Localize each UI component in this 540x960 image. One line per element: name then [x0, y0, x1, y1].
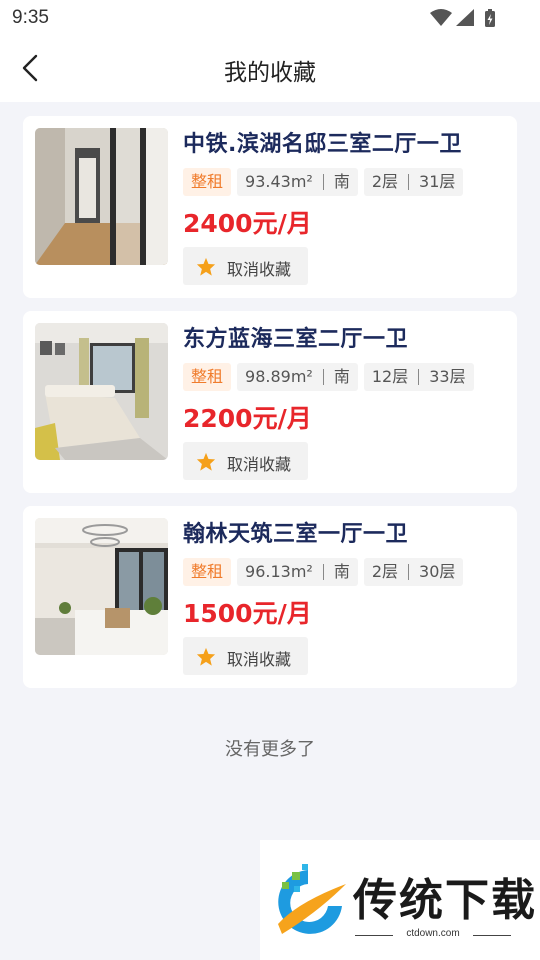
floor-value: 2层 [371, 562, 399, 581]
rent-type-tag: 整租 [183, 558, 232, 586]
listing-price: 2400元/月 [183, 209, 312, 238]
divider [322, 564, 324, 580]
listing-photo [35, 323, 168, 460]
floor-value: 2层 [371, 172, 399, 191]
brand-url: ctdown.com [406, 928, 460, 939]
listing-tags: 整租 93.43m² 南 2层 31层 [183, 168, 464, 196]
area-orientation-tag: 96.13m² 南 [237, 558, 358, 586]
listing-card[interactable]: 中铁.滨湖名邸三室二厅一卫 整租 93.43m² 南 2层 31层 2400元/… [23, 116, 517, 298]
listing-price: 2200元/月 [183, 404, 312, 433]
status-bar: 9:35 [0, 0, 540, 36]
signal-icon [456, 9, 474, 26]
total-floors-value: 33层 [429, 367, 466, 386]
divider [322, 369, 324, 385]
brand-logo-icon [278, 864, 346, 934]
listing-photo [35, 128, 168, 265]
area-orientation-tag: 93.43m² 南 [237, 168, 358, 196]
brand-url-row: ctdown.com [355, 928, 511, 942]
area-orientation-tag: 98.89m² 南 [237, 363, 358, 391]
area-value: 96.13m² [245, 562, 313, 581]
listing-title: 东方蓝海三室二厅一卫 [183, 327, 409, 352]
floor-tag: 2层 31层 [363, 168, 464, 196]
unfavorite-label: 取消收藏 [227, 260, 292, 279]
app-header: 我的收藏 [0, 36, 540, 102]
wifi-icon [430, 9, 452, 26]
listing-card[interactable]: 翰林天筑三室一厅一卫 整租 96.13m² 南 2层 30层 1500元/月 取… [23, 506, 517, 688]
page-title: 我的收藏 [224, 60, 316, 86]
watermark: 传统下载 ctdown.com [260, 840, 540, 960]
listing-title: 中铁.滨湖名邸三室二厅一卫 [183, 132, 462, 157]
unfavorite-button[interactable]: 取消收藏 [183, 637, 308, 675]
orientation-value: 南 [333, 562, 350, 581]
unfavorite-button[interactable]: 取消收藏 [183, 442, 308, 480]
orientation-value: 南 [333, 367, 350, 386]
divider [408, 174, 410, 190]
listing-tags: 整租 98.89m² 南 12层 33层 [183, 363, 474, 391]
no-more-text: 没有更多了 [225, 739, 315, 760]
listing-title: 翰林天筑三室一厅一卫 [183, 522, 409, 547]
unfavorite-button[interactable]: 取消收藏 [183, 247, 308, 285]
listing-tags: 整租 96.13m² 南 2层 30层 [183, 558, 464, 586]
listing-price: 1500元/月 [183, 599, 312, 628]
divider [418, 369, 420, 385]
divider [408, 564, 410, 580]
rent-type-tag: 整租 [183, 363, 232, 391]
brand-name: 传统下载 [353, 875, 537, 926]
star-icon [196, 647, 216, 666]
area-value: 93.43m² [245, 172, 313, 191]
rent-type-tag: 整租 [183, 168, 232, 196]
floor-value: 12层 [371, 367, 409, 386]
orientation-value: 南 [333, 172, 350, 191]
unfavorite-label: 取消收藏 [227, 455, 292, 474]
floor-tag: 12层 33层 [363, 363, 474, 391]
listing-photo [35, 518, 168, 655]
total-floors-value: 30层 [419, 562, 456, 581]
status-icons [430, 9, 495, 27]
floor-tag: 2层 30层 [363, 558, 464, 586]
total-floors-value: 31层 [419, 172, 456, 191]
status-time: 9:35 [12, 7, 49, 28]
star-icon [196, 452, 216, 471]
area-value: 98.89m² [245, 367, 313, 386]
battery-icon [485, 9, 495, 27]
star-icon [196, 257, 216, 276]
listing-card[interactable]: 东方蓝海三室二厅一卫 整租 98.89m² 南 12层 33层 2200元/月 … [23, 311, 517, 493]
divider [322, 174, 324, 190]
divider [473, 935, 511, 936]
unfavorite-label: 取消收藏 [227, 650, 292, 669]
